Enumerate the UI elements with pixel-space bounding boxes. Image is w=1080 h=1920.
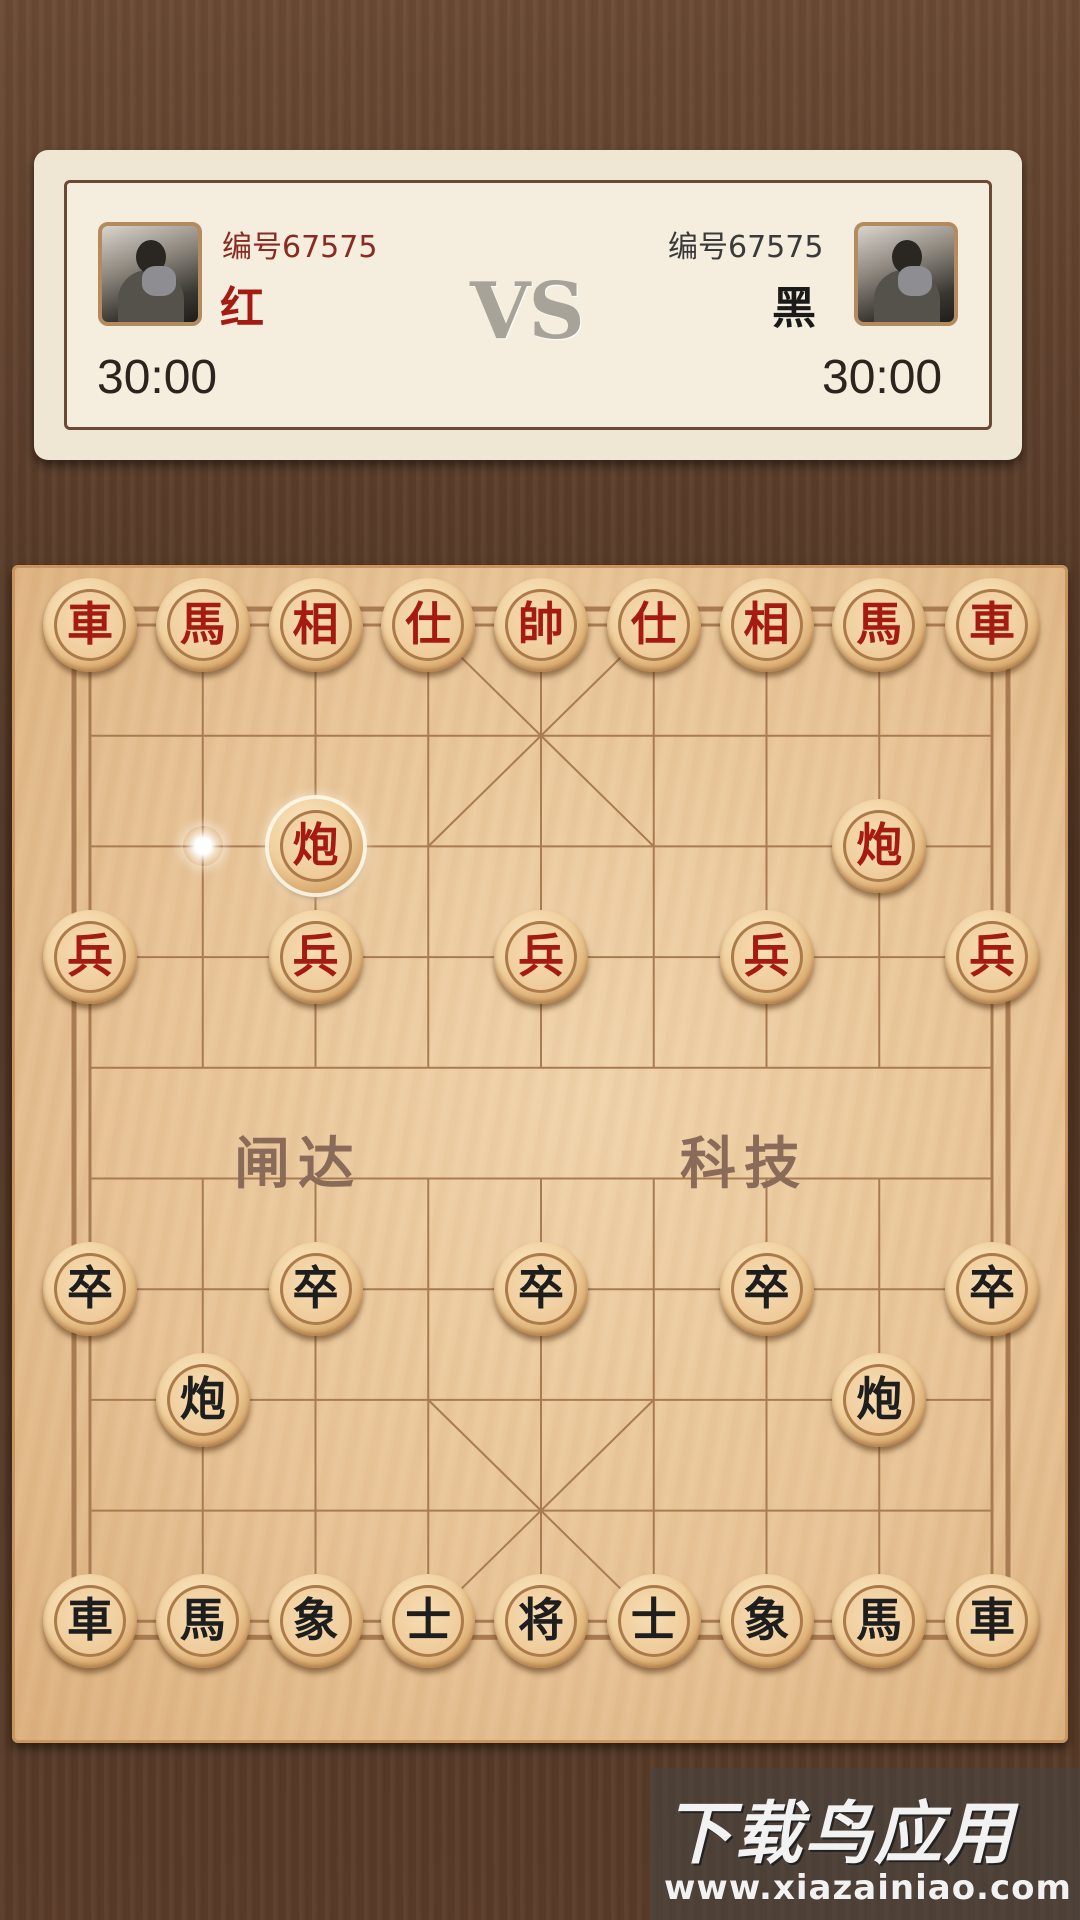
piece-red-5-0[interactable]: 仕 bbox=[606, 578, 701, 672]
piece-label: 炮 bbox=[856, 1371, 903, 1426]
river-text-left: 闸达 bbox=[234, 1131, 362, 1197]
watermark-title: 下载鸟应用 bbox=[664, 1795, 1015, 1874]
piece-label: 象 bbox=[743, 1593, 790, 1648]
piece-label: 卒 bbox=[518, 1261, 564, 1316]
piece-black-8-6[interactable]: 卒 bbox=[945, 1242, 1039, 1337]
piece-label: 車 bbox=[969, 597, 1015, 651]
piece-red-8-3[interactable]: 兵 bbox=[945, 910, 1039, 1005]
piece-label: 帥 bbox=[518, 597, 564, 651]
piece-label: 車 bbox=[67, 597, 113, 651]
piece-label: 馬 bbox=[179, 597, 226, 651]
piece-black-8-9[interactable]: 車 bbox=[945, 1574, 1039, 1669]
piece-label: 兵 bbox=[518, 929, 564, 984]
move-target-marker[interactable] bbox=[182, 826, 223, 867]
right-player-clock: 30:00 bbox=[822, 351, 943, 404]
piece-red-3-0[interactable]: 仕 bbox=[381, 578, 476, 672]
left-player-avatar[interactable] bbox=[98, 222, 202, 326]
piece-label: 象 bbox=[292, 1593, 339, 1648]
piece-label: 炮 bbox=[179, 1371, 226, 1426]
piece-black-1-9[interactable]: 馬 bbox=[155, 1574, 250, 1669]
piece-label: 炮 bbox=[856, 818, 903, 873]
right-player-id: 编号67575 bbox=[668, 230, 824, 265]
piece-red-2-2[interactable]: 炮 bbox=[268, 799, 363, 894]
piece-label: 兵 bbox=[743, 929, 790, 984]
left-player-clock: 30:00 bbox=[97, 351, 218, 404]
right-player-avatar[interactable] bbox=[854, 222, 958, 326]
piece-label: 車 bbox=[969, 1593, 1015, 1648]
piece-red-0-3[interactable]: 兵 bbox=[43, 910, 137, 1005]
piece-red-7-2[interactable]: 炮 bbox=[832, 799, 927, 894]
xiangqi-board[interactable]: 闸达 科技 車馬相仕帥仕相馬車炮炮兵兵兵兵兵卒卒卒卒卒炮炮車馬象士将士象馬車 bbox=[12, 565, 1068, 1743]
piece-label: 士 bbox=[405, 1593, 452, 1648]
piece-red-8-0[interactable]: 車 bbox=[945, 578, 1039, 672]
piece-red-6-3[interactable]: 兵 bbox=[719, 910, 814, 1005]
piece-black-6-9[interactable]: 象 bbox=[719, 1574, 814, 1669]
piece-black-7-9[interactable]: 馬 bbox=[832, 1574, 927, 1669]
piece-label: 兵 bbox=[969, 929, 1015, 984]
piece-label: 卒 bbox=[67, 1261, 113, 1316]
piece-label: 相 bbox=[743, 597, 790, 651]
piece-black-0-9[interactable]: 車 bbox=[43, 1574, 137, 1669]
river-text-right: 科技 bbox=[680, 1131, 808, 1197]
piece-black-1-7[interactable]: 炮 bbox=[155, 1352, 250, 1447]
piece-label: 仕 bbox=[630, 597, 677, 651]
piece-label: 馬 bbox=[856, 1593, 903, 1648]
watermark: 下载鸟应用 www.xiazainiao.com bbox=[650, 1768, 1080, 1920]
watermark-url: www.xiazainiao.com bbox=[664, 1868, 1072, 1908]
piece-black-6-6[interactable]: 卒 bbox=[719, 1242, 814, 1337]
piece-black-0-6[interactable]: 卒 bbox=[43, 1242, 137, 1337]
piece-red-4-3[interactable]: 兵 bbox=[494, 910, 588, 1005]
piece-red-2-0[interactable]: 相 bbox=[268, 578, 363, 672]
piece-label: 兵 bbox=[67, 929, 113, 984]
piece-black-4-6[interactable]: 卒 bbox=[494, 1242, 588, 1337]
piece-label: 卒 bbox=[969, 1261, 1015, 1316]
piece-label: 相 bbox=[292, 597, 339, 651]
piece-red-2-3[interactable]: 兵 bbox=[268, 910, 363, 1005]
piece-red-7-0[interactable]: 馬 bbox=[832, 578, 927, 672]
piece-label: 車 bbox=[67, 1593, 113, 1648]
piece-black-4-9[interactable]: 将 bbox=[494, 1574, 588, 1669]
versus-label: VS bbox=[470, 266, 585, 357]
piece-black-2-6[interactable]: 卒 bbox=[268, 1242, 363, 1337]
piece-black-3-9[interactable]: 士 bbox=[381, 1574, 476, 1669]
piece-red-1-0[interactable]: 馬 bbox=[155, 578, 250, 672]
left-player-side: 红 bbox=[220, 283, 264, 334]
piece-label: 卒 bbox=[292, 1261, 339, 1316]
piece-label: 仕 bbox=[405, 597, 452, 651]
piece-label: 士 bbox=[630, 1593, 677, 1648]
piece-black-7-7[interactable]: 炮 bbox=[832, 1352, 927, 1447]
right-player-side: 黑 bbox=[772, 283, 816, 334]
left-player-id: 编号67575 bbox=[222, 230, 378, 265]
piece-red-4-0[interactable]: 帥 bbox=[494, 578, 588, 672]
piece-label: 兵 bbox=[292, 929, 339, 984]
piece-label: 卒 bbox=[743, 1261, 790, 1316]
piece-label: 炮 bbox=[292, 818, 339, 873]
piece-black-5-9[interactable]: 士 bbox=[606, 1574, 701, 1669]
piece-red-6-0[interactable]: 相 bbox=[719, 578, 814, 672]
piece-black-2-9[interactable]: 象 bbox=[268, 1574, 363, 1669]
piece-red-0-0[interactable]: 車 bbox=[43, 578, 137, 672]
piece-label: 将 bbox=[518, 1593, 564, 1648]
piece-label: 馬 bbox=[179, 1593, 226, 1648]
piece-label: 馬 bbox=[856, 597, 903, 651]
board-grid bbox=[71, 606, 1011, 1640]
